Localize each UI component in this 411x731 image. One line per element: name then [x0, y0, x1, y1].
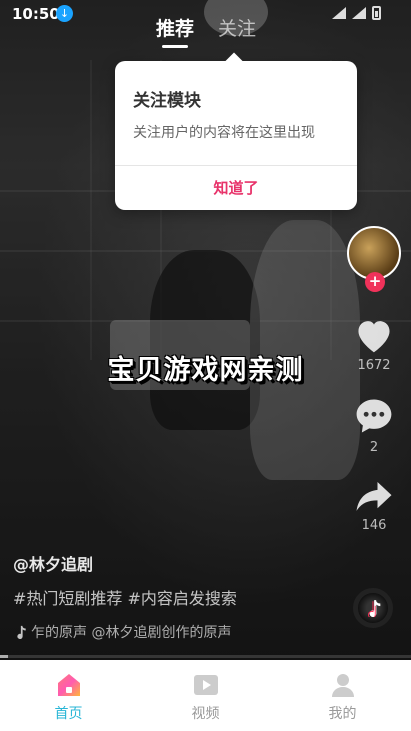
follow-plus-button[interactable]: +: [365, 272, 385, 292]
video-progress-bar[interactable]: [0, 655, 411, 658]
tab-follow[interactable]: 关注: [218, 14, 256, 41]
got-it-button[interactable]: 知道了: [115, 166, 357, 210]
watermark-text: 宝贝游戏网亲测: [107, 355, 304, 386]
comment-button[interactable]: 2: [345, 396, 403, 455]
share-button[interactable]: 146: [345, 478, 403, 533]
popover-body: 关注用户的内容将在这里出现: [133, 125, 315, 141]
video-caption: @林夕追剧 #热门短剧推荐 #内容启发搜索 乍的原声 @林夕追剧创作的原声: [13, 551, 237, 642]
nav-video-label: 视频: [191, 706, 220, 722]
music-disc[interactable]: [353, 588, 393, 628]
tiktok-logo-icon: [368, 600, 381, 617]
top-tabs: 推荐 关注: [0, 0, 411, 52]
video-icon: [193, 675, 218, 695]
music-title: 乍的原声 @林夕追剧创作的原声: [31, 625, 232, 641]
share-count: 146: [361, 518, 387, 533]
profile-icon: [331, 674, 354, 697]
music-note-icon: [17, 625, 26, 639]
home-icon: [57, 674, 80, 696]
hashtags[interactable]: #热门短剧推荐 #内容启发搜索: [13, 585, 237, 609]
nav-profile[interactable]: 我的: [274, 660, 411, 731]
comment-count: 2: [369, 440, 379, 455]
comment-icon: [356, 399, 392, 433]
nav-profile-label: 我的: [328, 706, 357, 722]
video-progress-fill: [0, 655, 9, 658]
nav-video[interactable]: 视频: [137, 660, 274, 731]
share-icon: [356, 482, 392, 511]
music-row[interactable]: 乍的原声 @林夕追剧创作的原声: [13, 622, 237, 642]
tab-recommend[interactable]: 推荐: [156, 14, 194, 41]
bottom-nav: 首页 视频 我的: [0, 660, 411, 731]
author-name[interactable]: @林夕追剧: [13, 551, 237, 575]
follow-tip-popover: 关注模块 关注用户的内容将在这里出现 知道了: [115, 61, 357, 210]
nav-home-label: 首页: [54, 706, 83, 722]
nav-home[interactable]: 首页: [0, 660, 137, 731]
tab-active-indicator: [162, 45, 188, 48]
popover-title: 关注模块: [133, 91, 201, 111]
